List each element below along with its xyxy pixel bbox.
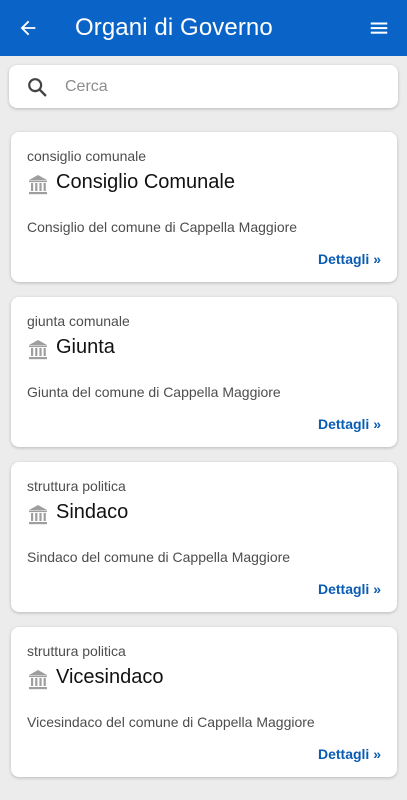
details-link[interactable]: Dettagli » [318,251,381,267]
card-type: struttura politica [27,643,126,659]
card-type: consiglio comunale [27,148,147,164]
details-link[interactable]: Dettagli » [318,581,381,597]
card-type: struttura politica [27,478,126,494]
details-link[interactable]: Dettagli » [318,746,381,762]
bank-icon [29,505,47,525]
search-input[interactable] [65,73,385,101]
card-description: Sindaco del comune di Cappella Maggiore [27,549,291,565]
menu-button[interactable] [365,14,393,42]
card-description: Giunta del comune di Cappella Maggiore [27,384,281,400]
bank-icon [29,175,47,195]
card-description: Vicesindaco del comune di Cappella Maggi… [27,714,315,730]
details-link[interactable]: Dettagli » [318,416,381,432]
search-bar [9,65,398,108]
card-giunta[interactable]: giunta comunale Giunta Giunta del comune… [11,297,397,447]
card-title: Giunta [56,336,115,358]
card-title: Consiglio Comunale [56,171,235,193]
hamburger-menu-icon [370,22,388,34]
card-consiglio-comunale[interactable]: consiglio comunale Consiglio Comunale Co… [11,132,397,282]
search-icon[interactable] [26,76,48,98]
card-type: giunta comunale [27,313,130,329]
bank-icon [29,340,47,360]
card-vicesindaco[interactable]: struttura politica Vicesindaco Vicesinda… [11,627,397,777]
app-bar: Organi di Governo [0,0,407,56]
card-description: Consiglio del comune di Cappella Maggior… [27,219,298,235]
card-sindaco[interactable]: struttura politica Sindaco Sindaco del c… [11,462,397,612]
back-button[interactable] [14,14,42,42]
page-title: Organi di Governo [75,14,273,41]
arrow-left-icon [20,20,36,36]
bank-icon [29,670,47,690]
card-title: Sindaco [56,501,129,523]
card-title: Vicesindaco [56,666,164,688]
